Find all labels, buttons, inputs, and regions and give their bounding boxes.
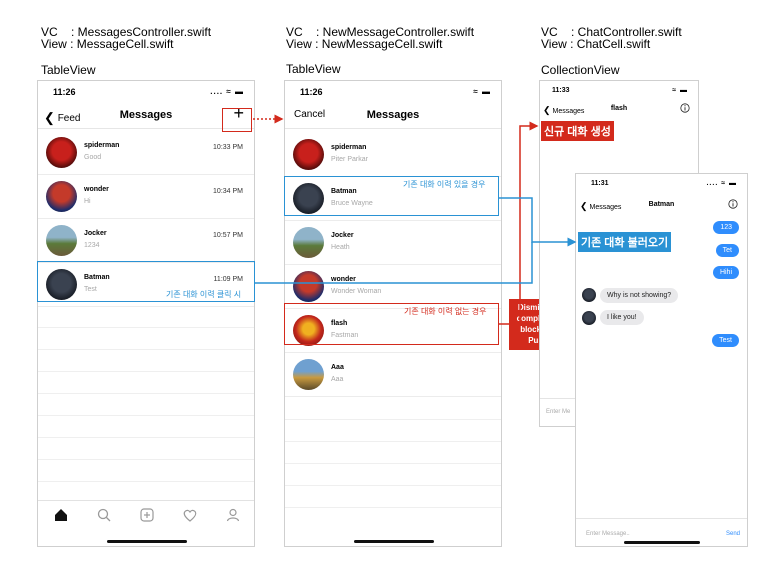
arrow-load-chat-from-messages (255, 242, 533, 284)
flow-arrows (253, 114, 577, 325)
arrow-load-chat-from-list (499, 197, 577, 247)
